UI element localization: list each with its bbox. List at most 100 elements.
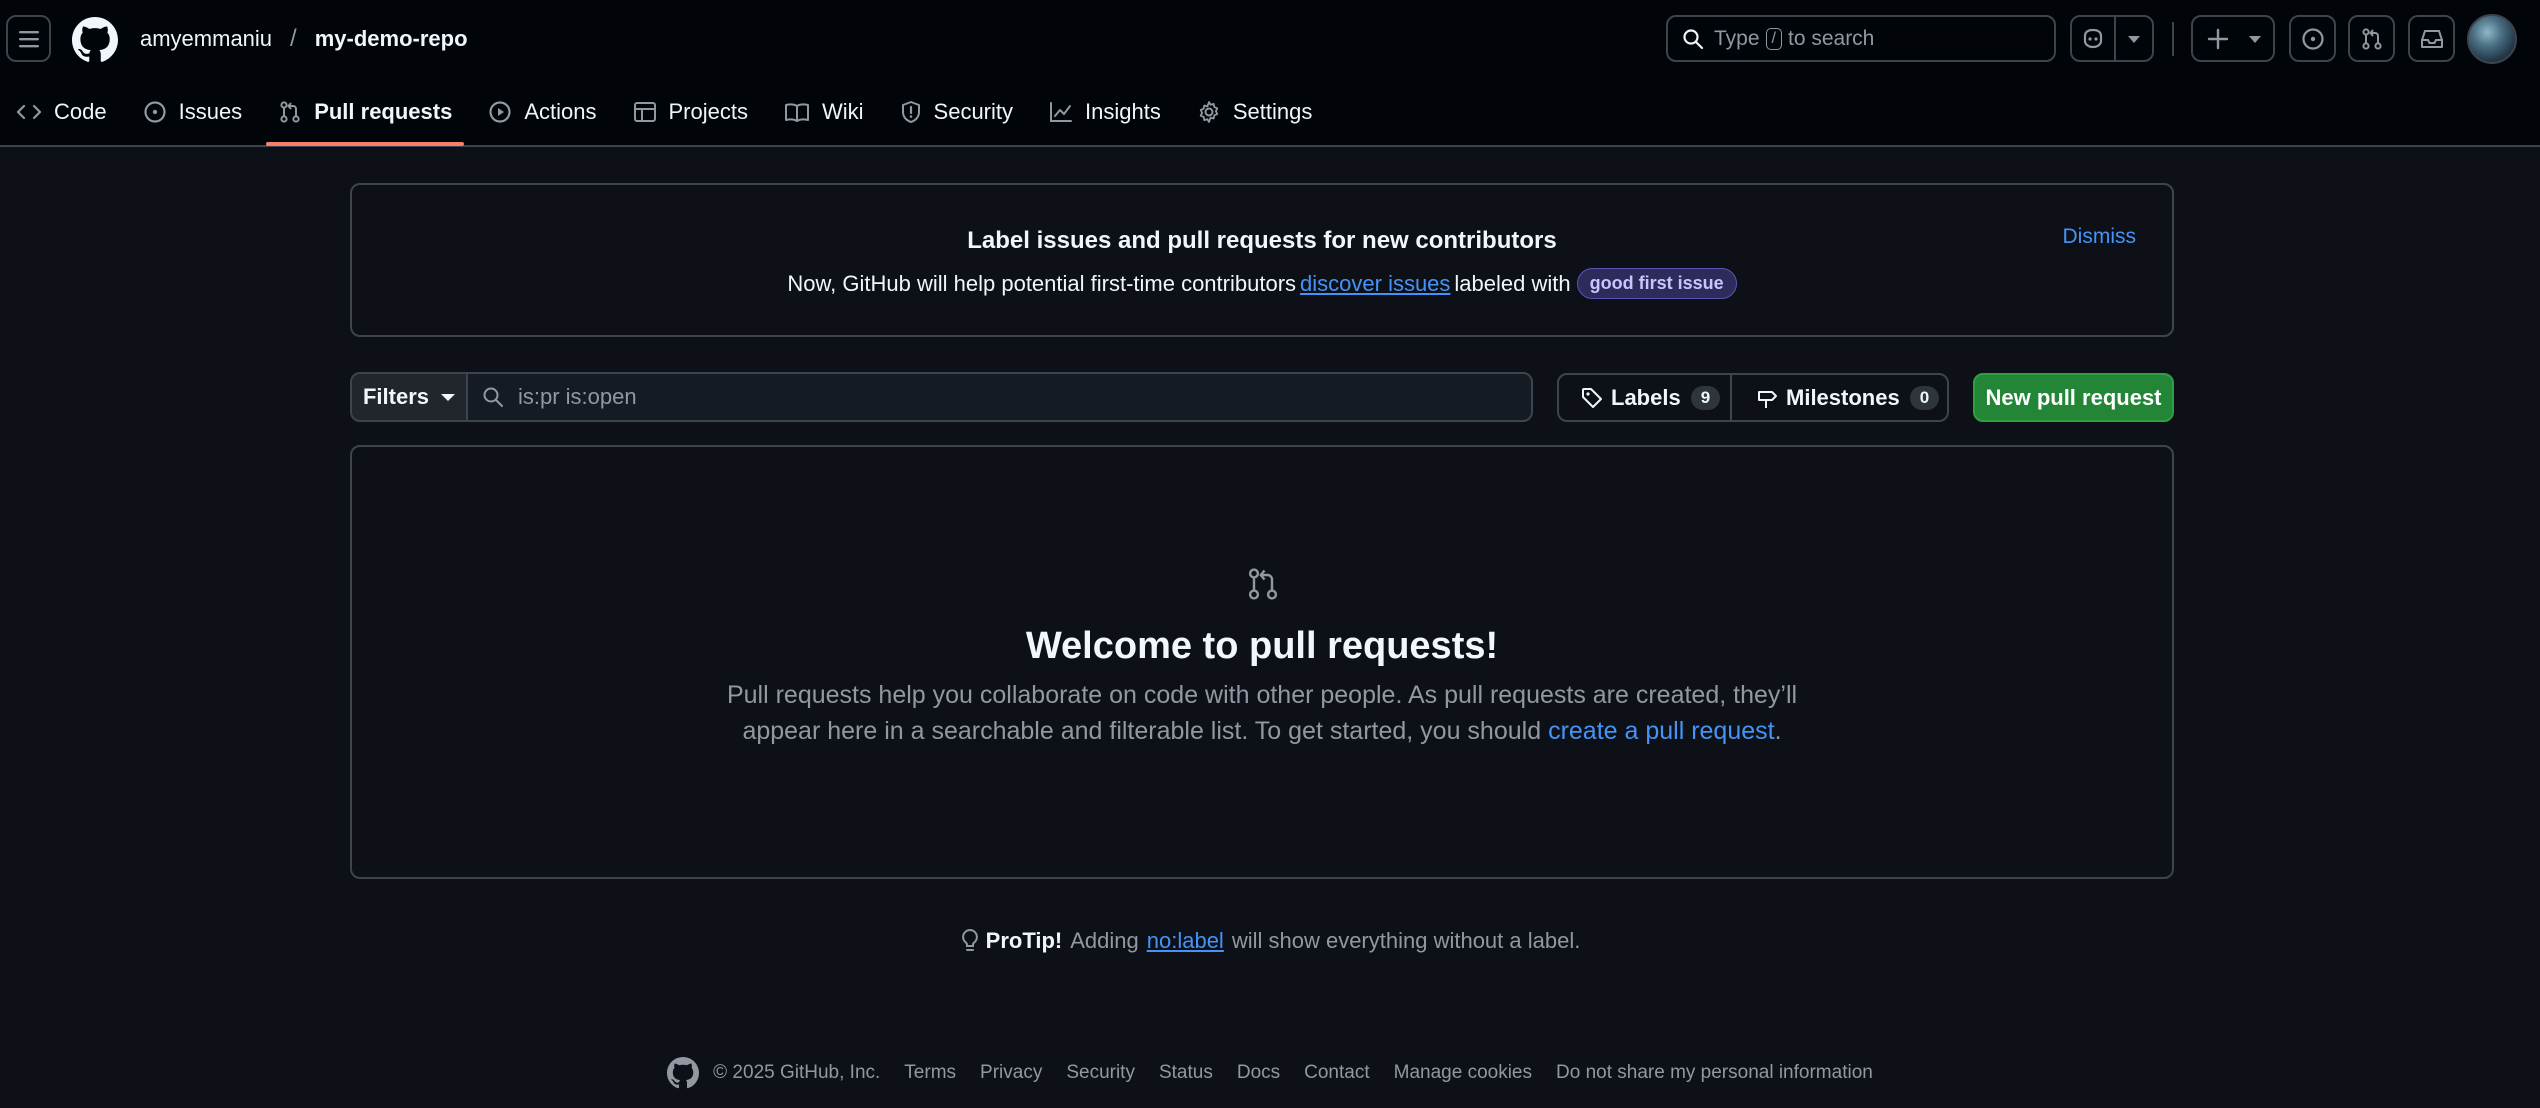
footer: © 2025 GitHub, Inc. Terms Privacy Securi… xyxy=(0,1057,2540,1089)
tab-settings-label: Settings xyxy=(1232,99,1313,124)
milestones-count: 0 xyxy=(1909,385,1940,410)
copilot-button[interactable] xyxy=(2070,15,2154,62)
tab-insights[interactable]: Insights xyxy=(1037,90,1173,134)
banner-title: Label issues and pull requests for new c… xyxy=(967,227,1557,254)
footer-link-security[interactable]: Security xyxy=(1066,1062,1135,1084)
chevron-down-icon xyxy=(441,393,456,401)
search-prefix-text: Type xyxy=(1714,26,1760,50)
light-bulb-icon xyxy=(961,928,978,951)
app-header: amyemmaniu / my-demo-repo Type / to sear… xyxy=(0,0,2540,147)
global-search-input[interactable]: Type / to search xyxy=(1666,15,2056,62)
pr-search-input[interactable]: is:pr is:open xyxy=(466,372,1533,422)
breadcrumb-owner[interactable]: amyemmaniu xyxy=(140,26,272,52)
your-pull-requests-button[interactable] xyxy=(2348,15,2395,62)
discover-issues-link[interactable]: discover issues xyxy=(1300,271,1450,297)
pr-search-placeholder: is:pr is:open xyxy=(518,384,637,409)
tab-code[interactable]: Code xyxy=(4,90,119,134)
graph-icon xyxy=(1050,102,1073,122)
banner-text-before: Now, GitHub will help potential first-ti… xyxy=(787,270,1297,296)
footer-link-do-not-share[interactable]: Do not share my personal information xyxy=(1556,1062,1873,1084)
tab-issues[interactable]: Issues xyxy=(131,90,255,134)
footer-link-contact[interactable]: Contact xyxy=(1304,1062,1369,1084)
breadcrumb: amyemmaniu / my-demo-repo xyxy=(140,25,468,53)
global-bar: amyemmaniu / my-demo-repo Type / to sear… xyxy=(0,0,2540,78)
chevron-down-icon[interactable] xyxy=(2128,36,2140,43)
breadcrumb-separator: / xyxy=(290,25,297,52)
footer-copyright: © 2025 GitHub, Inc. xyxy=(713,1062,881,1083)
dismiss-button[interactable]: Dismiss xyxy=(2063,225,2137,249)
chevron-down-icon xyxy=(2249,36,2261,43)
footer-link-manage-cookies[interactable]: Manage cookies xyxy=(1394,1062,1532,1084)
avatar[interactable] xyxy=(2467,14,2517,64)
tab-settings[interactable]: Settings xyxy=(1185,90,1325,134)
tab-code-label: Code xyxy=(54,99,107,124)
your-issues-button[interactable] xyxy=(2289,15,2336,62)
labels-count: 9 xyxy=(1690,385,1721,410)
code-icon xyxy=(16,104,42,120)
play-icon xyxy=(489,101,511,123)
table-icon xyxy=(633,102,656,122)
blankslate-line-1: Pull requests help you collaborate on co… xyxy=(726,681,1798,709)
good-first-issue-label[interactable]: good first issue xyxy=(1576,268,1737,299)
footer-link-privacy[interactable]: Privacy xyxy=(980,1062,1042,1084)
plus-icon xyxy=(2207,28,2229,50)
blankslate-title: Welcome to pull requests! xyxy=(1025,625,1499,667)
issue-opened-icon xyxy=(2301,27,2324,50)
tab-pull-requests[interactable]: Pull requests xyxy=(266,90,465,146)
github-logo-icon[interactable] xyxy=(72,17,118,63)
search-icon xyxy=(483,387,503,407)
no-label-link[interactable]: no:label xyxy=(1147,928,1224,954)
git-pull-request-icon xyxy=(1248,568,1278,600)
banner-text-after: labeled with xyxy=(1454,270,1571,296)
book-icon xyxy=(784,103,809,122)
copilot-icon xyxy=(2083,28,2103,49)
blankslate-period: . xyxy=(1774,717,1782,745)
inbox-button[interactable] xyxy=(2408,15,2455,62)
labels-button[interactable]: Labels 9 xyxy=(1559,375,1732,420)
tab-projects-label: Projects xyxy=(668,99,748,124)
filters-label: Filters xyxy=(362,384,430,409)
footer-link-status[interactable]: Status xyxy=(1159,1062,1213,1084)
open-menu-button[interactable] xyxy=(6,15,51,62)
tab-wiki-label: Wiki xyxy=(821,99,864,124)
tag-icon xyxy=(1582,387,1602,408)
create-new-button[interactable] xyxy=(2191,15,2275,62)
footer-link-docs[interactable]: Docs xyxy=(1237,1062,1280,1084)
filters-dropdown[interactable]: Filters xyxy=(350,372,468,422)
blankslate-description: Pull requests help you collaborate on co… xyxy=(352,677,2172,749)
milestones-label: Milestones xyxy=(1786,384,1900,410)
protip: ProTip! Adding no:label will show everyt… xyxy=(0,928,2540,954)
search-suffix-text: to search xyxy=(1787,26,1875,50)
blankslate-line-2-text: appear here in a searchable and filterab… xyxy=(742,717,1542,745)
issue-opened-icon xyxy=(143,101,166,123)
copilot-divider xyxy=(2114,17,2116,60)
repo-nav: Code Issues Pull requests Actions Projec… xyxy=(0,90,1336,146)
search-shortcut-key: / xyxy=(1765,27,1782,50)
labels-label: Labels xyxy=(1611,384,1681,410)
blankslate-line-2: appear here in a searchable and filterab… xyxy=(352,713,2172,749)
header-divider xyxy=(2172,22,2174,56)
tab-security-label: Security xyxy=(933,99,1014,124)
search-icon xyxy=(1683,28,1704,49)
github-logo-icon[interactable] xyxy=(667,1057,700,1089)
breadcrumb-repo[interactable]: my-demo-repo xyxy=(315,26,468,52)
gear-icon xyxy=(1199,101,1219,123)
tab-wiki[interactable]: Wiki xyxy=(772,90,876,134)
footer-link-terms[interactable]: Terms xyxy=(904,1062,956,1084)
shield-icon xyxy=(901,101,920,123)
labels-milestones-group: Labels 9 Milestones 0 xyxy=(1557,373,1949,422)
tab-projects[interactable]: Projects xyxy=(621,90,760,134)
tab-insights-label: Insights xyxy=(1085,99,1161,124)
milestones-button[interactable]: Milestones 0 xyxy=(1732,375,1940,420)
banner-text: Now, GitHub will help potential first-ti… xyxy=(352,268,2172,299)
protip-title: ProTip! xyxy=(985,928,1063,953)
tab-pull-requests-label: Pull requests xyxy=(314,99,453,124)
hamburger-icon xyxy=(18,30,39,47)
milestone-icon xyxy=(1758,390,1777,408)
tab-actions[interactable]: Actions xyxy=(476,90,608,134)
new-pull-request-button[interactable]: New pull request xyxy=(1973,373,2174,422)
tab-security[interactable]: Security xyxy=(888,90,1025,134)
protip-before: Adding xyxy=(1070,928,1139,953)
create-pull-request-link[interactable]: create a pull request xyxy=(1548,717,1775,745)
tab-issues-label: Issues xyxy=(178,99,243,124)
